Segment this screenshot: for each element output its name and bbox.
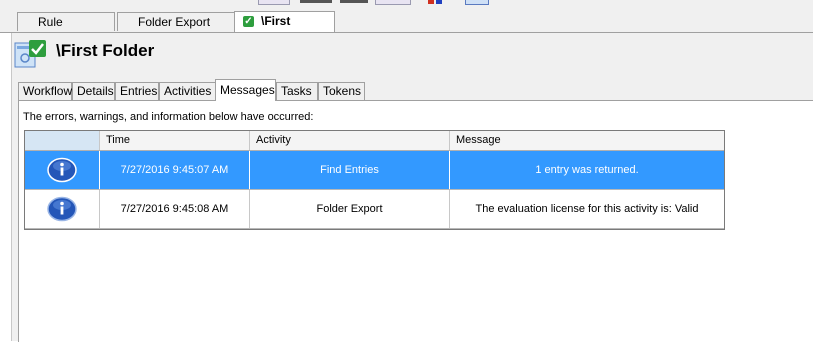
table-row[interactable]: 7/27/2016 9:45:08 AM Folder Export The e… — [25, 190, 724, 229]
toolbar-button[interactable] — [465, 0, 489, 5]
column-header-message[interactable]: Message — [450, 131, 724, 150]
tab-label: Workflow — [23, 84, 73, 98]
toolbar-button[interactable] — [340, 0, 368, 3]
tab-label: Activities — [164, 84, 212, 98]
toolbar-icon[interactable] — [436, 0, 442, 4]
activity-cell: Folder Export — [250, 190, 450, 228]
tab-label: Tokens — [323, 84, 362, 98]
page-title: \First Folder — [56, 41, 155, 60]
tab-label: Entries — [120, 84, 158, 98]
toolbar-icon[interactable] — [428, 0, 434, 4]
row-icon-cell — [25, 151, 100, 189]
time-cell: 7/27/2016 9:45:07 AM — [100, 151, 250, 189]
tab-label: Messages — [220, 83, 275, 97]
message-cell: 1 entry was returned. — [535, 164, 639, 176]
tab-entries[interactable]: Entries — [115, 82, 159, 100]
tab-workflow[interactable]: Workflow — [18, 82, 72, 100]
messages-grid[interactable]: Time Activity Message 7/27/2016 9:45:07 … — [24, 130, 725, 230]
column-header-activity[interactable]: Activity — [250, 131, 450, 150]
tab-tasks[interactable]: Tasks — [276, 82, 318, 100]
folder-panel: \First Folder Workflow Details Entries A… — [11, 33, 813, 342]
info-icon — [47, 196, 77, 222]
grid-header: Time Activity Message — [25, 131, 724, 151]
time-cell: 7/27/2016 9:45:08 AM — [100, 190, 250, 228]
info-icon — [47, 157, 77, 183]
toolbar-button[interactable] — [300, 0, 332, 3]
tab-label: Details — [77, 84, 114, 98]
doc-tab-folder-export-test[interactable]: Folder Export Test — [117, 12, 235, 48]
tab-label: Tasks — [281, 84, 312, 98]
row-icon-cell — [25, 190, 100, 228]
table-row[interactable]: 7/27/2016 9:45:07 AM Find Entries 1 entr… — [25, 151, 724, 190]
message-cell: The evaluation license for this activity… — [475, 203, 699, 215]
tab-tokens[interactable]: Tokens — [318, 82, 365, 100]
column-header-time[interactable]: Time — [100, 131, 250, 150]
check-icon: ✓ — [243, 16, 254, 27]
tab-details[interactable]: Details — [72, 82, 115, 100]
column-label: Message — [456, 134, 501, 146]
column-label: Activity — [256, 134, 291, 146]
toolbar-button[interactable] — [375, 0, 411, 5]
doc-tab-rule-manager[interactable]: Rule Manager — [17, 12, 115, 48]
column-label: Time — [106, 134, 131, 146]
tab-messages[interactable]: Messages — [215, 79, 276, 101]
toolbar-button[interactable] — [258, 0, 290, 5]
activity-cell: Find Entries — [250, 151, 450, 189]
grid-header-corner[interactable] — [25, 131, 100, 150]
folder-rule-icon — [14, 40, 46, 68]
tab-activities[interactable]: Activities — [159, 82, 216, 100]
messages-intro-text: The errors, warnings, and information be… — [23, 111, 314, 123]
messages-tab-content: The errors, warnings, and information be… — [18, 100, 813, 342]
doc-tab-first-folder[interactable]: ✓ \First Folder — [234, 11, 335, 47]
document-tab-bar: Rule Manager Folder Export Test ✓ \First… — [0, 6, 813, 48]
